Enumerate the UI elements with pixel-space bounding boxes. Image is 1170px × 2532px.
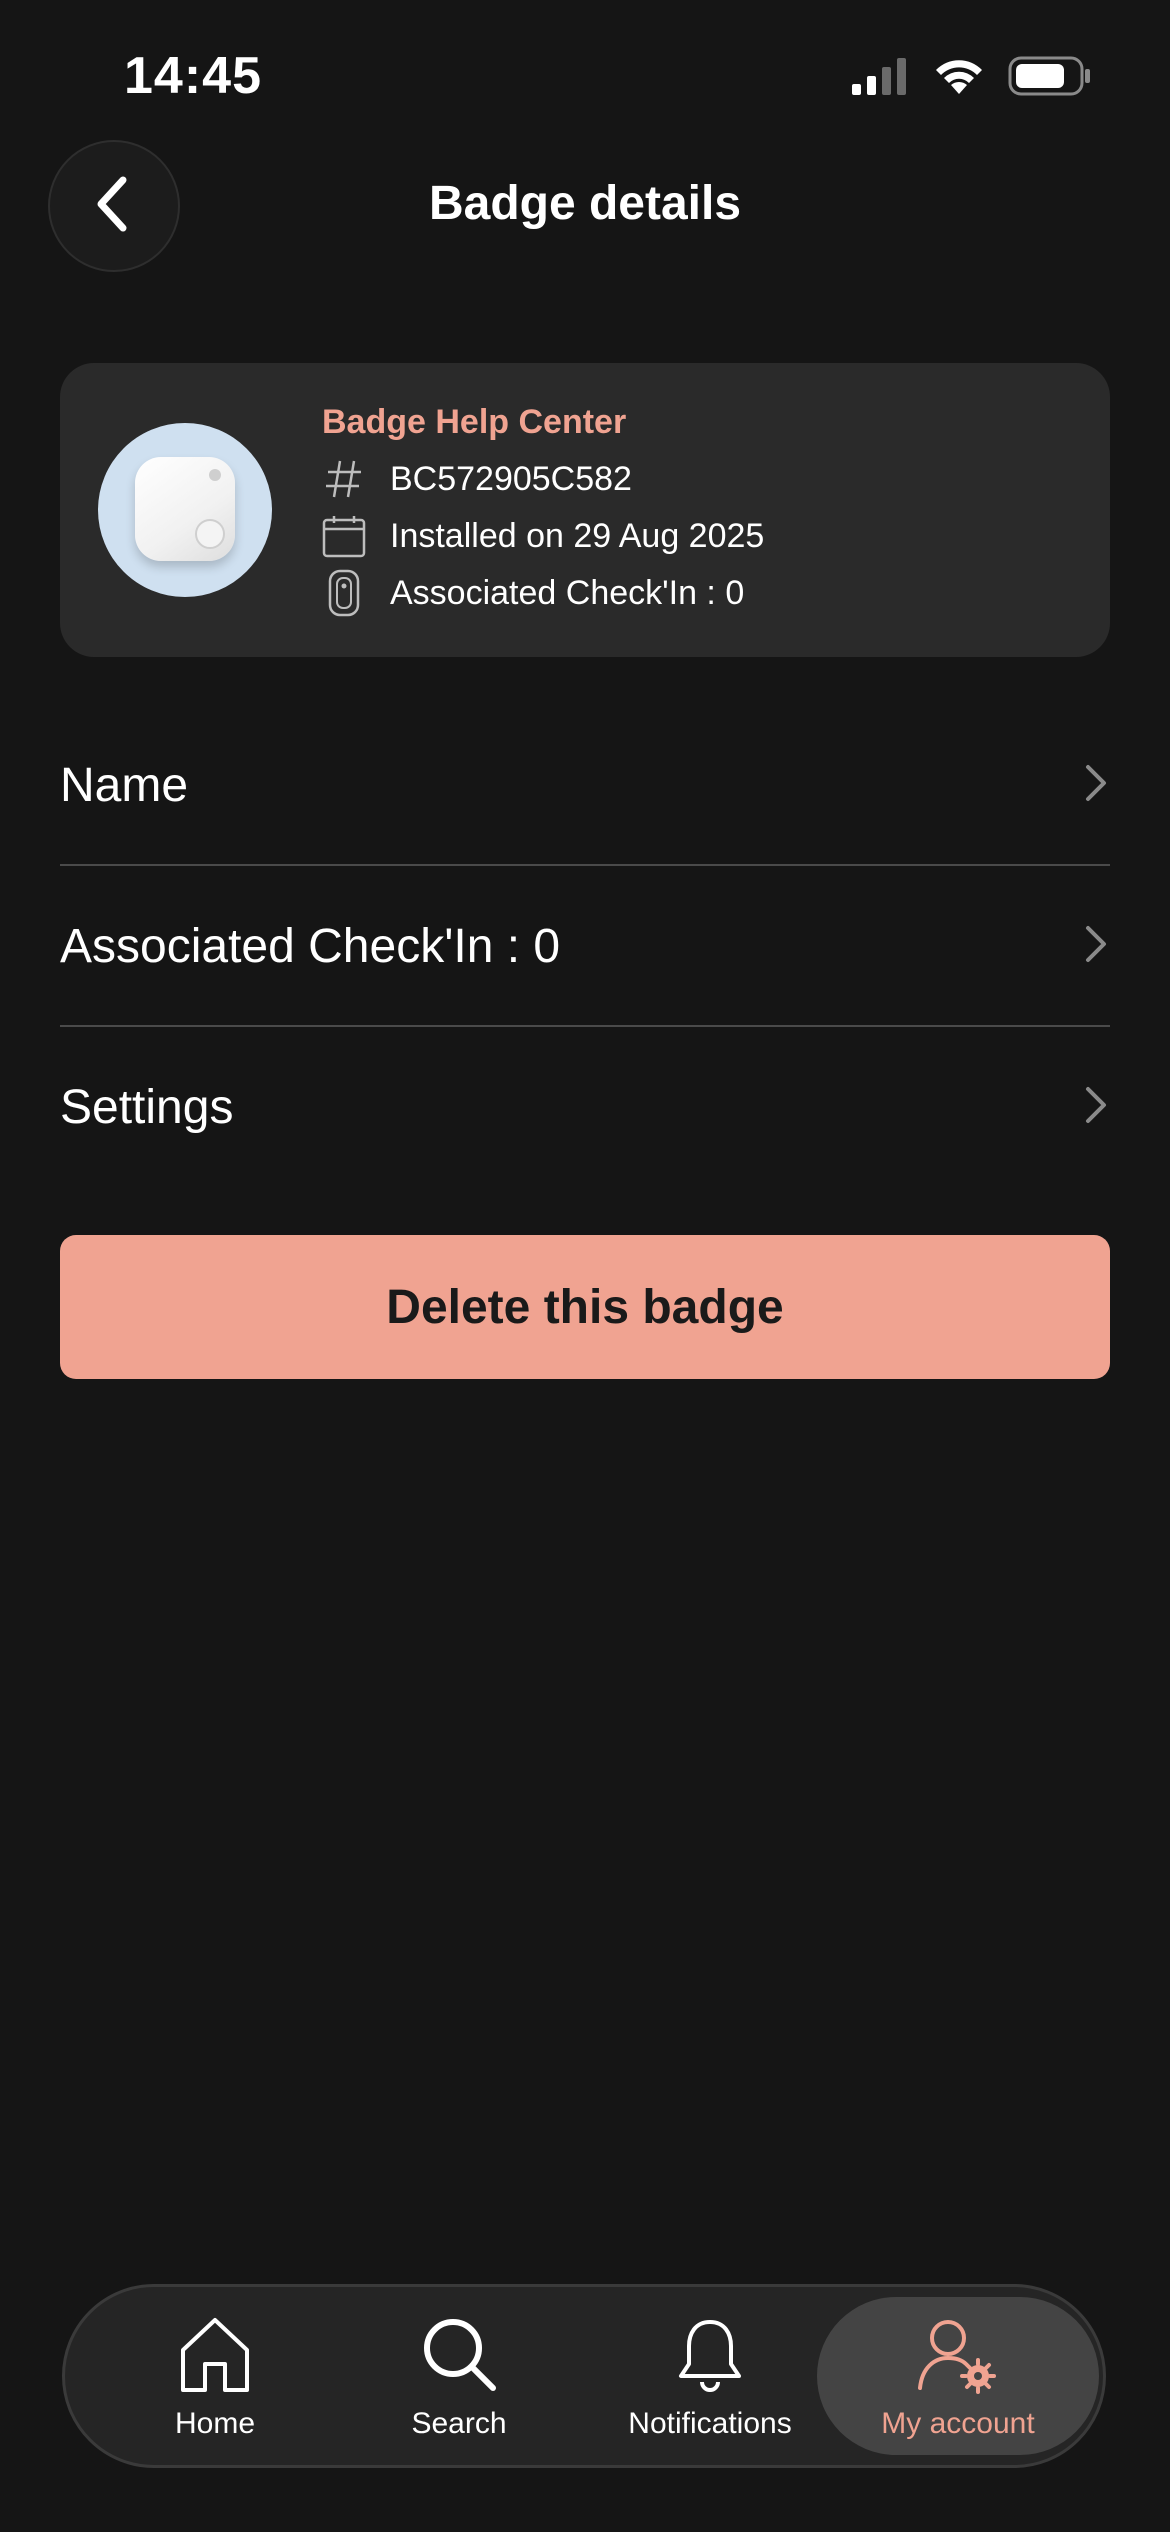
menu-item-label: Settings [60,1080,234,1134]
chevron-right-icon [1080,922,1110,971]
status-icons [850,56,1092,101]
page-title: Badge details [428,177,742,230]
badge-image [98,423,272,597]
badge-serial-row: BC572905C582 [322,455,632,503]
home-icon [177,2314,253,2399]
nav-label: Notifications [628,2407,792,2440]
nav-label: Search [411,2407,507,2440]
badge-device-illustration [135,457,235,561]
cellular-signal-icon [850,56,910,101]
nav-item-notifications[interactable]: Notifications [605,2297,815,2455]
badge-info-card: Badge Help Center BC572905C582 Installed… [60,363,1110,657]
nav-item-search[interactable]: Search [369,2297,549,2455]
status-time: 14:45 [124,47,262,105]
nav-item-my-account[interactable]: My account [817,2297,1099,2455]
badge-associated-count: Associated Check'In : 0 [390,573,745,612]
menu-item-label: Name [60,758,189,812]
battery-icon [1008,56,1092,101]
nav-label: Home [174,2407,256,2440]
menu-item-name[interactable]: Name [60,705,1110,865]
badge-installed-date: Installed on 29 Aug 2025 [390,516,765,555]
bottom-nav: Home Search Notifications My account [62,2284,1106,2468]
badge-associated-row: Associated Check'In : 0 [322,569,744,617]
account-settings-icon [916,2314,1000,2399]
chevron-right-icon [1080,761,1110,810]
badge-serial: BC572905C582 [390,459,632,498]
menu-item-label: Associated Check'In : 0 [60,919,561,973]
calendar-icon [322,512,366,560]
menu-item-settings[interactable]: Settings [60,1027,1110,1187]
wifi-icon [932,56,986,101]
badge-installed-row: Installed on 29 Aug 2025 [322,512,764,560]
nav-item-home[interactable]: Home [125,2297,305,2455]
search-icon [419,2314,499,2399]
bell-icon [675,2314,745,2399]
nav-label: My account [881,2407,1035,2440]
badge-details-screen: 14:45 Badge details Badge Help Center BC… [0,0,1170,2532]
delete-badge-button[interactable]: Delete this badge [60,1235,1110,1379]
badge-device-icon [322,569,366,617]
menu-item-associated-checkin[interactable]: Associated Check'In : 0 [60,866,1110,1026]
badge-brand-link[interactable]: Badge Help Center [322,403,626,442]
hash-icon [322,455,366,503]
chevron-right-icon [1080,1083,1110,1132]
